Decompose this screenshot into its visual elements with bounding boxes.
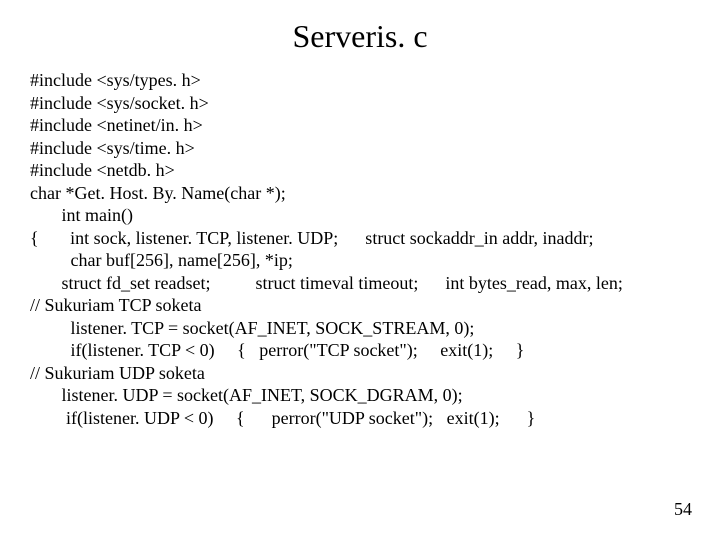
code-line: #include <sys/types. h>: [30, 69, 690, 92]
code-line: int main(): [30, 204, 690, 227]
code-body: #include <sys/types. h> #include <sys/so…: [0, 69, 720, 429]
code-line: if(listener. TCP < 0) { perror("TCP sock…: [30, 339, 690, 362]
code-line: #include <sys/socket. h>: [30, 92, 690, 115]
page-number: 54: [674, 499, 692, 520]
code-line: { int sock, listener. TCP, listener. UDP…: [30, 227, 690, 250]
code-line: #include <netdb. h>: [30, 159, 690, 182]
slide-title: Serveris. c: [0, 0, 720, 69]
code-line: if(listener. UDP < 0) { perror("UDP sock…: [30, 407, 690, 430]
code-line: char buf[256], name[256], *ip;: [30, 249, 690, 272]
code-line: #include <netinet/in. h>: [30, 114, 690, 137]
code-line: // Sukuriam TCP soketa: [30, 294, 690, 317]
code-line: listener. UDP = socket(AF_INET, SOCK_DGR…: [30, 384, 690, 407]
code-line: char *Get. Host. By. Name(char *);: [30, 182, 690, 205]
code-line: listener. TCP = socket(AF_INET, SOCK_STR…: [30, 317, 690, 340]
slide: Serveris. c #include <sys/types. h> #inc…: [0, 0, 720, 540]
code-line: #include <sys/time. h>: [30, 137, 690, 160]
code-line: struct fd_set readset; struct timeval ti…: [30, 272, 690, 295]
code-line: // Sukuriam UDP soketa: [30, 362, 690, 385]
